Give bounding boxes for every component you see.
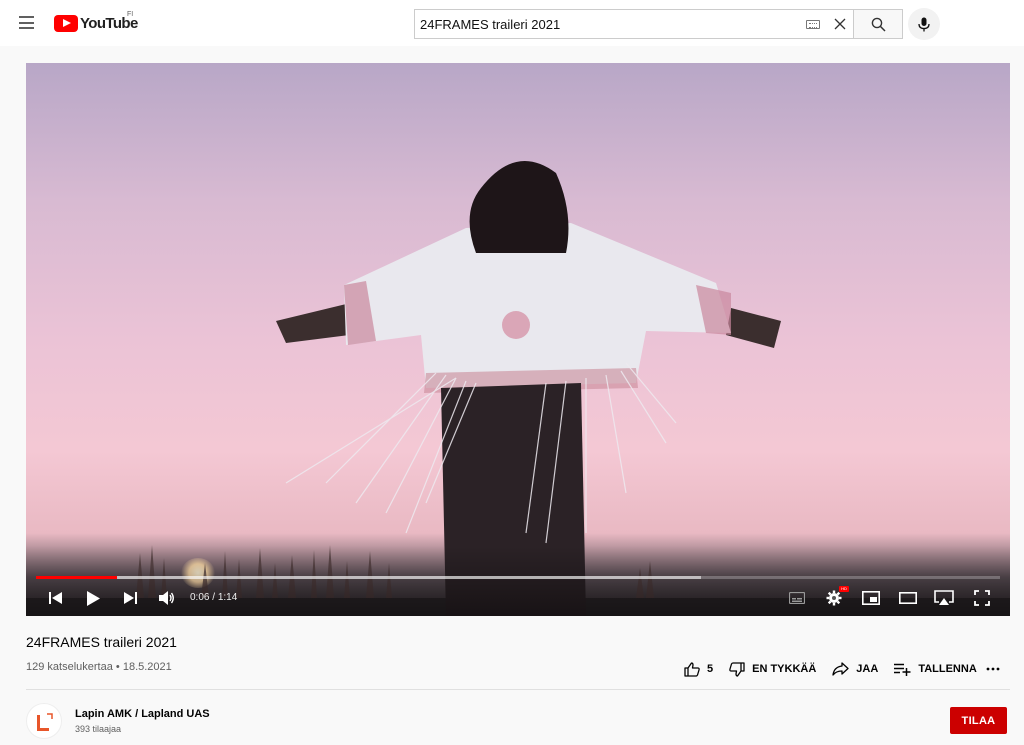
search-box[interactable]: 24FRAMES traileri 2021: [414, 9, 854, 39]
like-count: 5: [707, 663, 714, 675]
video-meta: 129 katselukertaa • 18.5.2021: [26, 661, 172, 673]
channel-name[interactable]: Lapin AMK / Lapland UAS: [75, 708, 210, 720]
divider: [26, 689, 1010, 690]
current-time: 0:06: [190, 592, 210, 603]
keyboard-icon[interactable]: [806, 19, 820, 29]
menu-icon[interactable]: [19, 16, 34, 29]
clear-icon[interactable]: [834, 18, 846, 30]
microphone-icon: [918, 17, 930, 31]
top-bar: YouTube FI 24FRAMES traileri 2021: [0, 0, 1024, 46]
subtitles-button[interactable]: [786, 588, 808, 608]
miniplayer-button[interactable]: [860, 588, 882, 608]
search-input[interactable]: 24FRAMES traileri 2021: [415, 17, 806, 32]
hd-badge: HD: [839, 586, 849, 592]
subtitles-icon: [789, 592, 805, 604]
time-display: 0:06 / 1:14: [190, 592, 237, 603]
country-code: FI: [127, 11, 134, 18]
progress-loaded: [36, 576, 702, 579]
video-title: 24FRAMES traileri 2021: [26, 634, 177, 650]
video-player[interactable]: 0:06 / 1:14 HD: [26, 63, 1010, 616]
mute-button[interactable]: [156, 588, 178, 608]
video-actions: 5 EN TYKKÄÄ JAA TALLENNA: [684, 658, 993, 680]
channel-logo-icon: [37, 713, 53, 731]
fullscreen-button[interactable]: [971, 588, 993, 608]
progress-bar[interactable]: [36, 576, 1000, 579]
skip-next-icon: [123, 592, 137, 604]
thumbs-up-icon: [684, 661, 700, 677]
skip-previous-icon: [48, 592, 62, 604]
share-button[interactable]: JAA: [832, 662, 878, 676]
video-frame-dancer: [276, 161, 781, 616]
share-icon: [832, 662, 849, 676]
channel-avatar[interactable]: [26, 703, 62, 739]
meta-separator: •: [115, 661, 120, 673]
play-button[interactable]: [83, 588, 103, 608]
airplay-button[interactable]: [932, 588, 956, 608]
upload-date: 18.5.2021: [122, 661, 172, 673]
save-button[interactable]: TALLENNA: [894, 663, 977, 676]
youtube-logo[interactable]: YouTube: [54, 13, 138, 33]
dislike-button[interactable]: EN TYKKÄÄ: [729, 661, 817, 677]
voice-search-button[interactable]: [908, 8, 940, 40]
miniplayer-icon: [862, 591, 880, 605]
search-icon: [871, 17, 886, 32]
search-button[interactable]: [853, 9, 903, 39]
more-options-icon[interactable]: [986, 662, 1000, 676]
progress-played: [36, 576, 117, 579]
like-button[interactable]: 5: [684, 661, 714, 677]
theater-icon: [899, 592, 917, 604]
volume-icon: [159, 591, 174, 605]
theater-mode-button[interactable]: [897, 588, 919, 608]
dislike-label: EN TYKKÄÄ: [752, 663, 817, 675]
previous-button[interactable]: [46, 588, 64, 608]
time-separator: /: [212, 592, 216, 603]
thumbs-down-icon: [729, 661, 745, 677]
play-icon: [86, 590, 100, 606]
gear-icon: [826, 590, 842, 606]
youtube-play-icon: [54, 14, 78, 32]
subscriber-count: 393 tilaajaa: [75, 724, 122, 734]
playlist-add-icon: [894, 663, 911, 676]
share-label: JAA: [856, 663, 879, 675]
subscribe-button[interactable]: TILAA: [950, 707, 1007, 734]
duration: 1:14: [217, 592, 238, 603]
view-count: 129 katselukertaa: [26, 661, 113, 673]
fullscreen-icon: [974, 590, 990, 606]
next-button[interactable]: [121, 588, 139, 608]
save-label: TALLENNA: [918, 663, 977, 675]
airplay-icon: [934, 590, 954, 605]
